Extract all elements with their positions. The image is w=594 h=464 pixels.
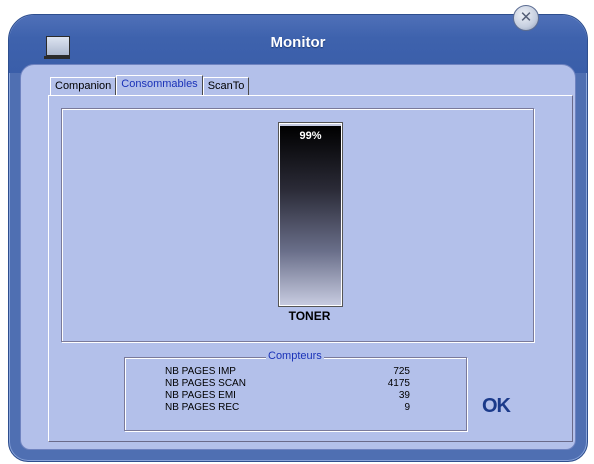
toner-level-fill [280, 125, 341, 305]
counter-row: NB PAGES REC 9 [165, 402, 410, 414]
monitor-icon [44, 36, 70, 59]
toner-label: TONER [288, 309, 331, 323]
window-title: Monitor [270, 34, 326, 51]
ok-button[interactable]: OK [480, 395, 512, 417]
counter-value: 725 [393, 366, 410, 377]
counter-label: NB PAGES IMP [165, 366, 236, 377]
counter-label: NB PAGES REC [165, 402, 240, 413]
counter-row: NB PAGES EMI 39 [165, 390, 410, 402]
counter-label: NB PAGES EMI [165, 390, 236, 401]
counters-legend: Compteurs [266, 350, 324, 362]
tab-companion[interactable]: Companion [50, 77, 117, 96]
toner-level-bar: 99% [278, 122, 343, 307]
tab-consommables[interactable]: Consommables [116, 75, 203, 96]
toner-percent: 99% [299, 130, 322, 142]
tab-scanto[interactable]: ScanTo [202, 77, 250, 96]
close-icon[interactable]: ✕ [513, 5, 539, 31]
counter-label: NB PAGES SCAN [165, 378, 246, 389]
counter-row: NB PAGES IMP 725 [165, 366, 410, 378]
counter-row: NB PAGES SCAN 4175 [165, 378, 410, 390]
counter-value: 39 [398, 390, 410, 401]
counter-value: 9 [404, 402, 410, 413]
counter-value: 4175 [387, 378, 410, 389]
tab-bar: Companion Consommables ScanTo [50, 75, 250, 96]
